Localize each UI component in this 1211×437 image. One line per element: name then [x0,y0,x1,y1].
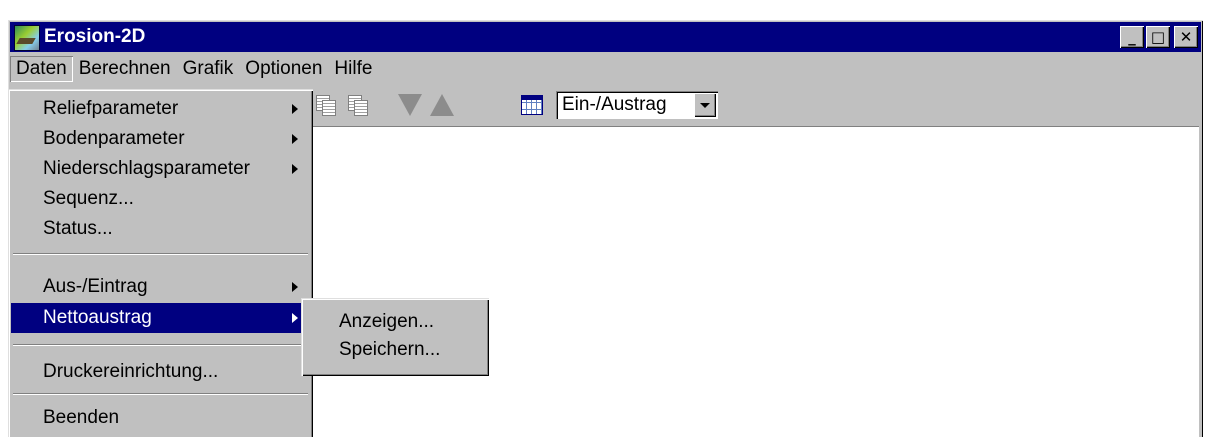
copy-icon [316,95,336,116]
window-title: Erosion-2D [44,26,146,47]
menu-grafik[interactable]: Grafik [177,56,240,82]
menu-item-nettoaustrag[interactable]: Nettoaustrag [11,303,310,333]
copy-button-2[interactable] [344,91,372,119]
minimize-button[interactable]: _ [1120,26,1144,48]
copy-icon [348,95,368,116]
calendar-button[interactable] [518,91,546,119]
move-up-button[interactable] [428,91,456,119]
nettoaustrag-submenu: Anzeigen... Speichern... [301,298,489,376]
menu-item-label: Bodenparameter [43,128,185,149]
menu-item-aus-eintrag[interactable]: Aus-/Eintrag [11,272,310,302]
submenu-arrow-icon [292,164,298,174]
menu-item-label: Beenden [43,407,120,428]
view-select[interactable]: Ein-/Austrag [556,91,718,119]
title-bar[interactable]: Erosion-2D _ □ ✕ [10,22,1201,52]
minimize-icon: _ [1128,28,1136,46]
menu-item-beenden[interactable]: Beenden [11,403,310,433]
copy-button-1[interactable] [312,91,340,119]
arrow-up-icon [430,94,454,116]
menu-separator [13,344,308,346]
menu-item-niederschlagsparameter[interactable]: Niederschlagsparameter [11,154,310,184]
arrow-down-icon [398,94,422,116]
view-select-dropdown-button[interactable] [694,93,716,117]
menu-item-status[interactable]: Status... [11,214,310,244]
menu-item-label: Druckereinrichtung... [43,361,219,382]
menu-item-reliefparameter[interactable]: Reliefparameter [11,94,310,124]
submenu-arrow-icon [292,282,298,292]
menu-daten[interactable]: Daten [10,56,73,82]
menu-separator [13,253,308,255]
menu-item-label: Aus-/Eintrag [43,276,148,297]
maximize-button[interactable]: □ [1146,26,1170,48]
close-icon: ✕ [1179,28,1193,46]
chevron-down-icon [700,102,710,108]
submenu-arrow-icon [292,313,298,323]
menu-item-label: Status... [43,218,113,239]
move-down-button[interactable] [396,91,424,119]
menu-hilfe[interactable]: Hilfe [328,56,378,82]
landscape-icon[interactable] [14,25,40,51]
menu-separator [13,393,308,395]
menu-item-label: Niederschlagsparameter [43,158,250,179]
submenu-item-anzeigen[interactable]: Anzeigen... [304,308,486,336]
daten-menu: Reliefparameter Bodenparameter Niedersch… [8,89,313,437]
menu-optionen[interactable]: Optionen [239,56,328,82]
menu-item-sequenz[interactable]: Sequenz... [11,184,310,214]
menu-item-label: Nettoaustrag [43,307,152,328]
close-button[interactable]: ✕ [1174,26,1198,48]
submenu-arrow-icon [292,104,298,114]
view-select-value: Ein-/Austrag [562,94,667,115]
menu-item-druckereinrichtung[interactable]: Druckereinrichtung... [11,357,310,387]
menu-bar: Daten Berechnen Grafik Optionen Hilfe [10,54,1201,84]
maximize-icon: □ [1150,28,1166,46]
submenu-item-speichern[interactable]: Speichern... [304,336,486,364]
menu-item-bodenparameter[interactable]: Bodenparameter [11,124,310,154]
calendar-icon [521,95,543,115]
menu-item-label: Reliefparameter [43,98,179,119]
window-controls: _ □ ✕ [1120,26,1198,48]
menu-berechnen[interactable]: Berechnen [73,56,177,82]
menu-item-label: Sequenz... [43,188,134,209]
submenu-arrow-icon [292,134,298,144]
